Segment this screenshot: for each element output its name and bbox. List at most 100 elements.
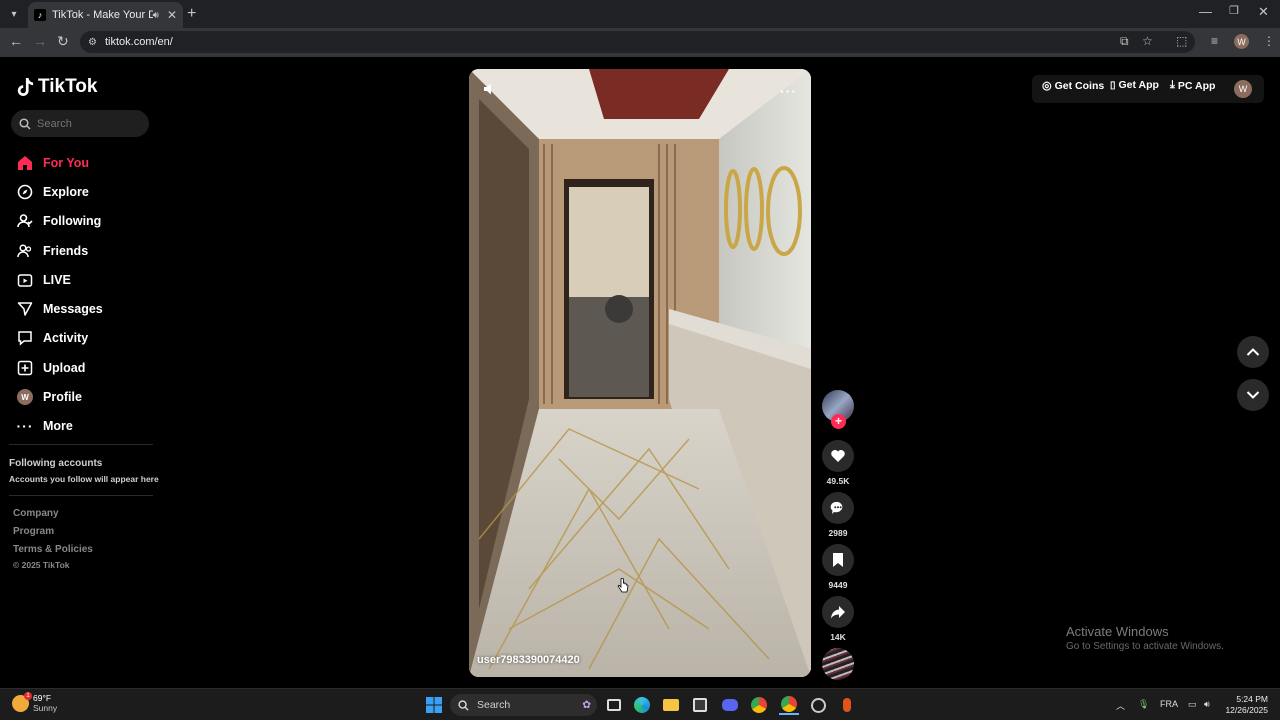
footer-link-company[interactable]: Company	[13, 508, 59, 519]
share-button[interactable]	[822, 596, 854, 628]
music-disc-icon[interactable]	[822, 648, 854, 680]
extensions-icon[interactable]: ⬚	[1176, 34, 1187, 48]
minimize-icon[interactable]: —	[1199, 4, 1212, 19]
sidebar-item-friends[interactable]: Friends	[16, 236, 103, 265]
get-app-button[interactable]: ▯ Get App	[1110, 79, 1159, 91]
save-count: 9449	[828, 580, 848, 590]
sidebar-item-activity[interactable]: Activity	[16, 324, 103, 353]
browser-tab-tiktok[interactable]: ♪ TikTok - Make Your Day 🔊︎ ✕	[28, 2, 183, 28]
sidebar-item-label: Upload	[43, 360, 86, 375]
share-icon	[831, 606, 845, 619]
mic-tray-icon[interactable]: 🎙︎	[1138, 699, 1149, 710]
footer-link-program[interactable]: Program	[13, 526, 54, 537]
media-control-icon[interactable]: ≡	[1211, 34, 1218, 48]
volume-icon[interactable]	[483, 82, 497, 101]
microphone-app-icon[interactable]	[837, 695, 857, 715]
sidebar-item-profile[interactable]: W Profile	[16, 382, 103, 411]
chrome-active-icon[interactable]	[779, 695, 799, 715]
app-notification-icon[interactable]	[808, 695, 828, 715]
back-icon[interactable]: ←	[9, 33, 23, 49]
activate-subtitle: Go to Settings to activate Windows.	[1066, 641, 1224, 652]
get-coins-label: Get Coins	[1054, 79, 1105, 92]
video-player[interactable]: ··· user7983390074420	[469, 69, 811, 677]
sidebar-item-explore[interactable]: Explore	[16, 177, 103, 206]
sidebar-item-for-you[interactable]: For You	[16, 148, 103, 177]
activate-title: Activate Windows	[1066, 624, 1169, 639]
store-icon[interactable]	[690, 695, 710, 715]
new-tab-button[interactable]: +	[187, 5, 196, 23]
video-frame-hallway	[469, 69, 811, 677]
search-icon	[458, 699, 469, 711]
footer-link-terms[interactable]: Terms & Policies	[13, 544, 93, 555]
comment-icon	[830, 501, 843, 514]
weather-widget[interactable]: 1 69°F Sunny	[12, 691, 57, 713]
sidebar-item-label: Following	[43, 214, 102, 229]
browser-profile-avatar[interactable]: W	[1234, 34, 1249, 49]
home-icon	[16, 154, 34, 172]
following-icon	[16, 212, 34, 230]
sidebar-item-messages[interactable]: Messages	[16, 294, 103, 323]
search-box[interactable]	[11, 110, 149, 137]
install-app-icon[interactable]: ⧉	[1120, 34, 1129, 49]
bookmark-star-icon[interactable]: ☆	[1142, 34, 1153, 48]
system-clock[interactable]: 5:24 PM 12/26/2025	[1218, 694, 1268, 716]
sidebar-item-live[interactable]: LIVE	[16, 265, 103, 294]
tiktok-logo-icon	[17, 78, 34, 96]
tab-title: TikTok - Make Your Day	[52, 9, 153, 21]
forward-icon[interactable]: →	[33, 33, 47, 49]
follow-plus-icon[interactable]: +	[831, 414, 846, 429]
video-username[interactable]: user7983390074420	[477, 654, 580, 666]
more-icon: ···	[16, 418, 34, 435]
sidebar-nav: For You Explore Following Friends LIVE M…	[16, 148, 103, 441]
tiktok-page: TikTok For You Explore Following	[0, 57, 1280, 688]
previous-video-button[interactable]	[1237, 336, 1269, 368]
reload-icon[interactable]: ↻	[57, 33, 69, 50]
chrome-icon[interactable]	[749, 695, 769, 715]
comment-button[interactable]	[822, 492, 854, 524]
windows-taskbar: 1 69°F Sunny Search ✿ ︿ 🎙︎ FRA ▭ 🔊︎ 5:24…	[0, 688, 1280, 720]
next-video-button[interactable]	[1237, 379, 1269, 411]
close-tab-icon[interactable]: ✕	[167, 8, 177, 22]
task-view-icon[interactable]	[604, 695, 624, 715]
tab-search-button[interactable]: ▾	[3, 3, 25, 25]
logo-text: TikTok	[38, 76, 98, 97]
taskbar-search-label: Search	[477, 699, 511, 711]
like-count: 49.5K	[826, 476, 850, 486]
more-options-icon[interactable]: ···	[780, 83, 797, 99]
edge-icon[interactable]	[632, 695, 652, 715]
windows-start-icon[interactable]	[424, 695, 444, 715]
like-button[interactable]	[822, 440, 854, 472]
sun-icon: 1	[12, 691, 32, 712]
sidebar-item-upload[interactable]: Upload	[16, 353, 103, 382]
taskbar-search[interactable]: Search ✿	[450, 694, 597, 716]
sidebar-item-more[interactable]: ··· More	[16, 412, 103, 441]
pc-app-button[interactable]: ⤓ PC App	[1170, 79, 1215, 92]
maximize-icon[interactable]: ❐	[1229, 4, 1239, 17]
upload-icon	[16, 359, 34, 377]
activity-icon	[16, 329, 34, 347]
pc-app-label: PC App	[1177, 79, 1216, 92]
save-button[interactable]	[822, 544, 854, 576]
user-avatar[interactable]: W	[1234, 80, 1252, 98]
tiktok-logo[interactable]: TikTok	[16, 76, 97, 98]
discord-icon[interactable]	[720, 695, 740, 715]
sidebar-item-label: More	[43, 419, 73, 434]
sidebar-item-following[interactable]: Following	[16, 207, 103, 236]
compass-icon	[16, 183, 34, 201]
address-bar[interactable]: ⚙ tiktok.com/en/	[80, 31, 1195, 53]
search-input[interactable]	[37, 117, 137, 130]
speaker-icon[interactable]: 🔊︎	[153, 10, 159, 21]
tray-expand-icon[interactable]: ︿	[1116, 699, 1125, 712]
copyright: © 2025 TikTok	[13, 560, 70, 570]
file-explorer-icon[interactable]	[661, 695, 681, 715]
hand-cursor-icon	[617, 578, 629, 593]
language-indicator[interactable]: FRA	[1160, 699, 1178, 709]
network-icon[interactable]: ▭	[1188, 699, 1197, 710]
close-window-icon[interactable]: ✕	[1258, 4, 1269, 20]
site-info-icon[interactable]: ⚙	[88, 37, 97, 48]
volume-tray-icon[interactable]: 🔊︎	[1204, 699, 1210, 710]
browser-menu-icon[interactable]: ⋮	[1263, 34, 1275, 48]
chevron-down-icon	[1246, 391, 1260, 399]
get-coins-button[interactable]: ◎ Get Coins	[1042, 79, 1105, 93]
search-highlight-icon: ✿	[582, 699, 591, 711]
